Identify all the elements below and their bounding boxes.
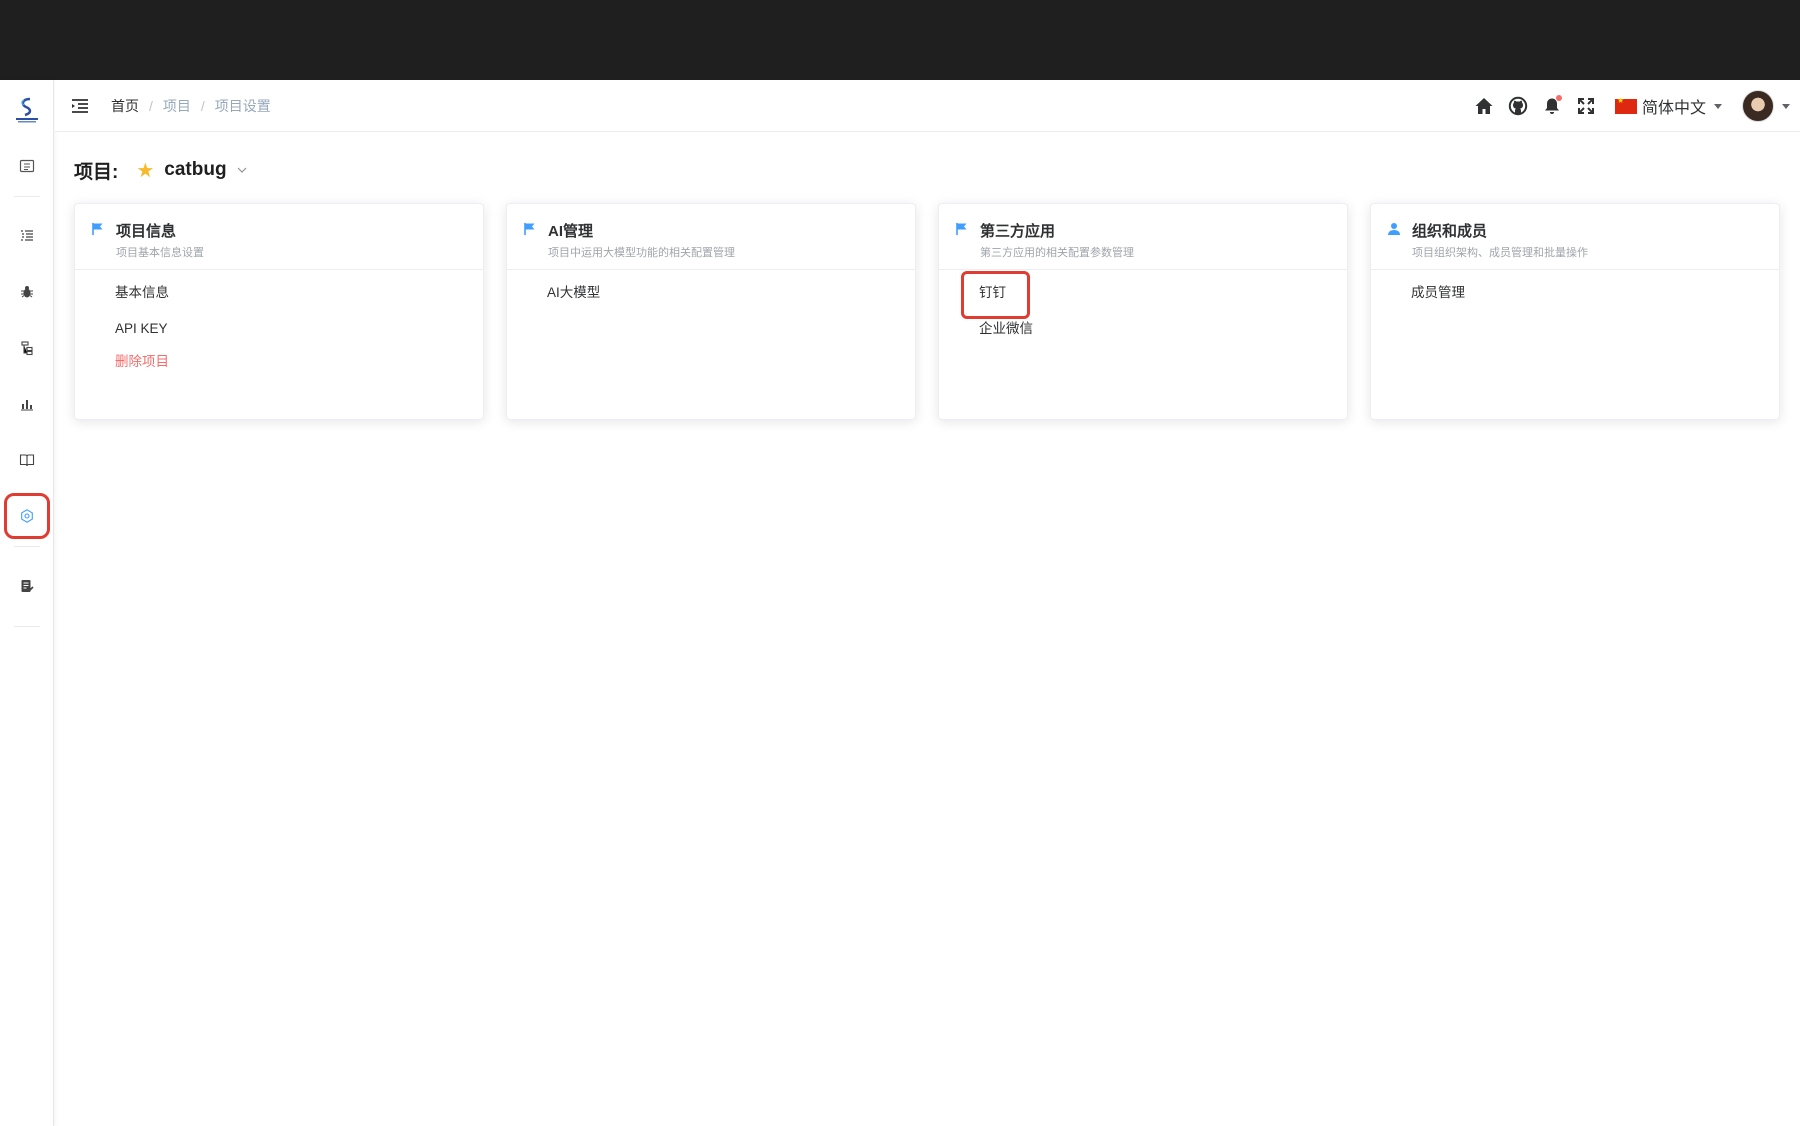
fullscreen-button[interactable] [1575,95,1597,117]
home-button[interactable] [1473,95,1495,117]
link-wecom[interactable]: 企业微信 [979,319,1033,339]
card-subtitle: 项目组织架构、成员管理和批量操作 [1412,247,1588,259]
notification-badge [1555,95,1562,101]
sidebar-item-docs[interactable] [7,440,47,480]
settings-icon [21,509,33,523]
sidebar-item-reports[interactable] [7,566,47,606]
list-icon [21,230,33,241]
folder-list-icon [19,159,35,173]
breadcrumb-home[interactable]: 首页 [111,96,139,116]
window-top-bar [0,0,1800,80]
link-ai-model[interactable]: AI大模型 [547,283,600,303]
card-subtitle: 项目中运用大模型功能的相关配置管理 [548,247,735,259]
app-logo[interactable] [12,95,42,125]
flag-icon [956,223,967,235]
chevron-down-icon[interactable] [237,165,247,175]
breadcrumb-project-settings: 项目设置 [214,98,271,114]
china-flag-icon [1614,96,1637,114]
sidebar-item-cases[interactable] [7,216,47,256]
user-menu[interactable] [1742,90,1790,122]
sidebar-item-bugs[interactable] [7,272,47,312]
link-delete-project[interactable]: 删除项目 [115,352,169,372]
github-icon [1508,96,1528,116]
card-ai-management: AI管理 项目中运用大模型功能的相关配置管理 AI大模型 [506,203,916,420]
main-content: 项目: ★ catbug 项目信息 项目基本信息设置 基本信息 API KEY … [55,132,1800,1126]
flag-icon [92,223,103,235]
book-icon [19,454,35,467]
tree-icon [21,341,33,356]
github-button[interactable] [1507,95,1529,117]
user-icon [1388,223,1400,235]
sidebar-item-statistics[interactable] [7,384,47,424]
notifications-button[interactable] [1541,95,1563,117]
link-member-management[interactable]: 成员管理 [1411,283,1465,303]
card-org-members: 组织和成员 项目组织架构、成员管理和批量操作 成员管理 [1370,203,1780,420]
chart-icon [21,400,33,411]
breadcrumb-project[interactable]: 项目 [163,96,191,116]
fullscreen-icon [1577,98,1594,114]
caret-down-icon [1782,103,1790,109]
sidebar-item-project-list[interactable] [7,146,47,186]
breadcrumb: 首页 / 项目 / 项目设置 [111,96,271,116]
card-subtitle: 第三方应用的相关配置参数管理 [980,247,1134,259]
project-selector: 项目: ★ catbug [74,154,247,186]
card-title: 项目信息 [116,223,177,240]
flag-icon [524,223,535,235]
header-toolbar: 简体中文 [1473,80,1800,132]
sidebar-item-settings[interactable] [4,493,50,539]
project-label: 项目: [74,161,119,183]
bug-icon [21,286,33,298]
card-third-party-apps: 第三方应用 第三方应用的相关配置参数管理 钉钉 企业微信 [938,203,1348,420]
sidebar [0,80,54,1126]
sidebar-item-modules[interactable] [7,328,47,368]
caret-down-icon [1714,103,1722,109]
link-dingtalk[interactable]: 钉钉 [979,283,1006,303]
link-api-key[interactable]: API KEY [115,319,168,339]
avatar [1742,90,1774,122]
card-title: 第三方应用 [980,223,1056,240]
card-subtitle: 项目基本信息设置 [116,247,204,259]
report-icon [21,580,34,592]
project-name[interactable]: catbug [164,159,226,181]
header: 首页 / 项目 / 项目设置 ★ 简体中文 [55,80,1800,132]
language-label: 简体中文 [1641,100,1706,117]
hamburger-icon[interactable] [70,96,90,116]
language-selector[interactable]: 简体中文 [1614,94,1722,118]
home-icon [1475,98,1493,114]
card-project-info: 项目信息 项目基本信息设置 基本信息 API KEY 删除项目 [74,203,484,420]
star-icon[interactable]: ★ [136,158,154,183]
card-title: 组织和成员 [1412,223,1488,240]
link-basic-info[interactable]: 基本信息 [115,283,169,303]
card-title: AI管理 [548,223,594,240]
